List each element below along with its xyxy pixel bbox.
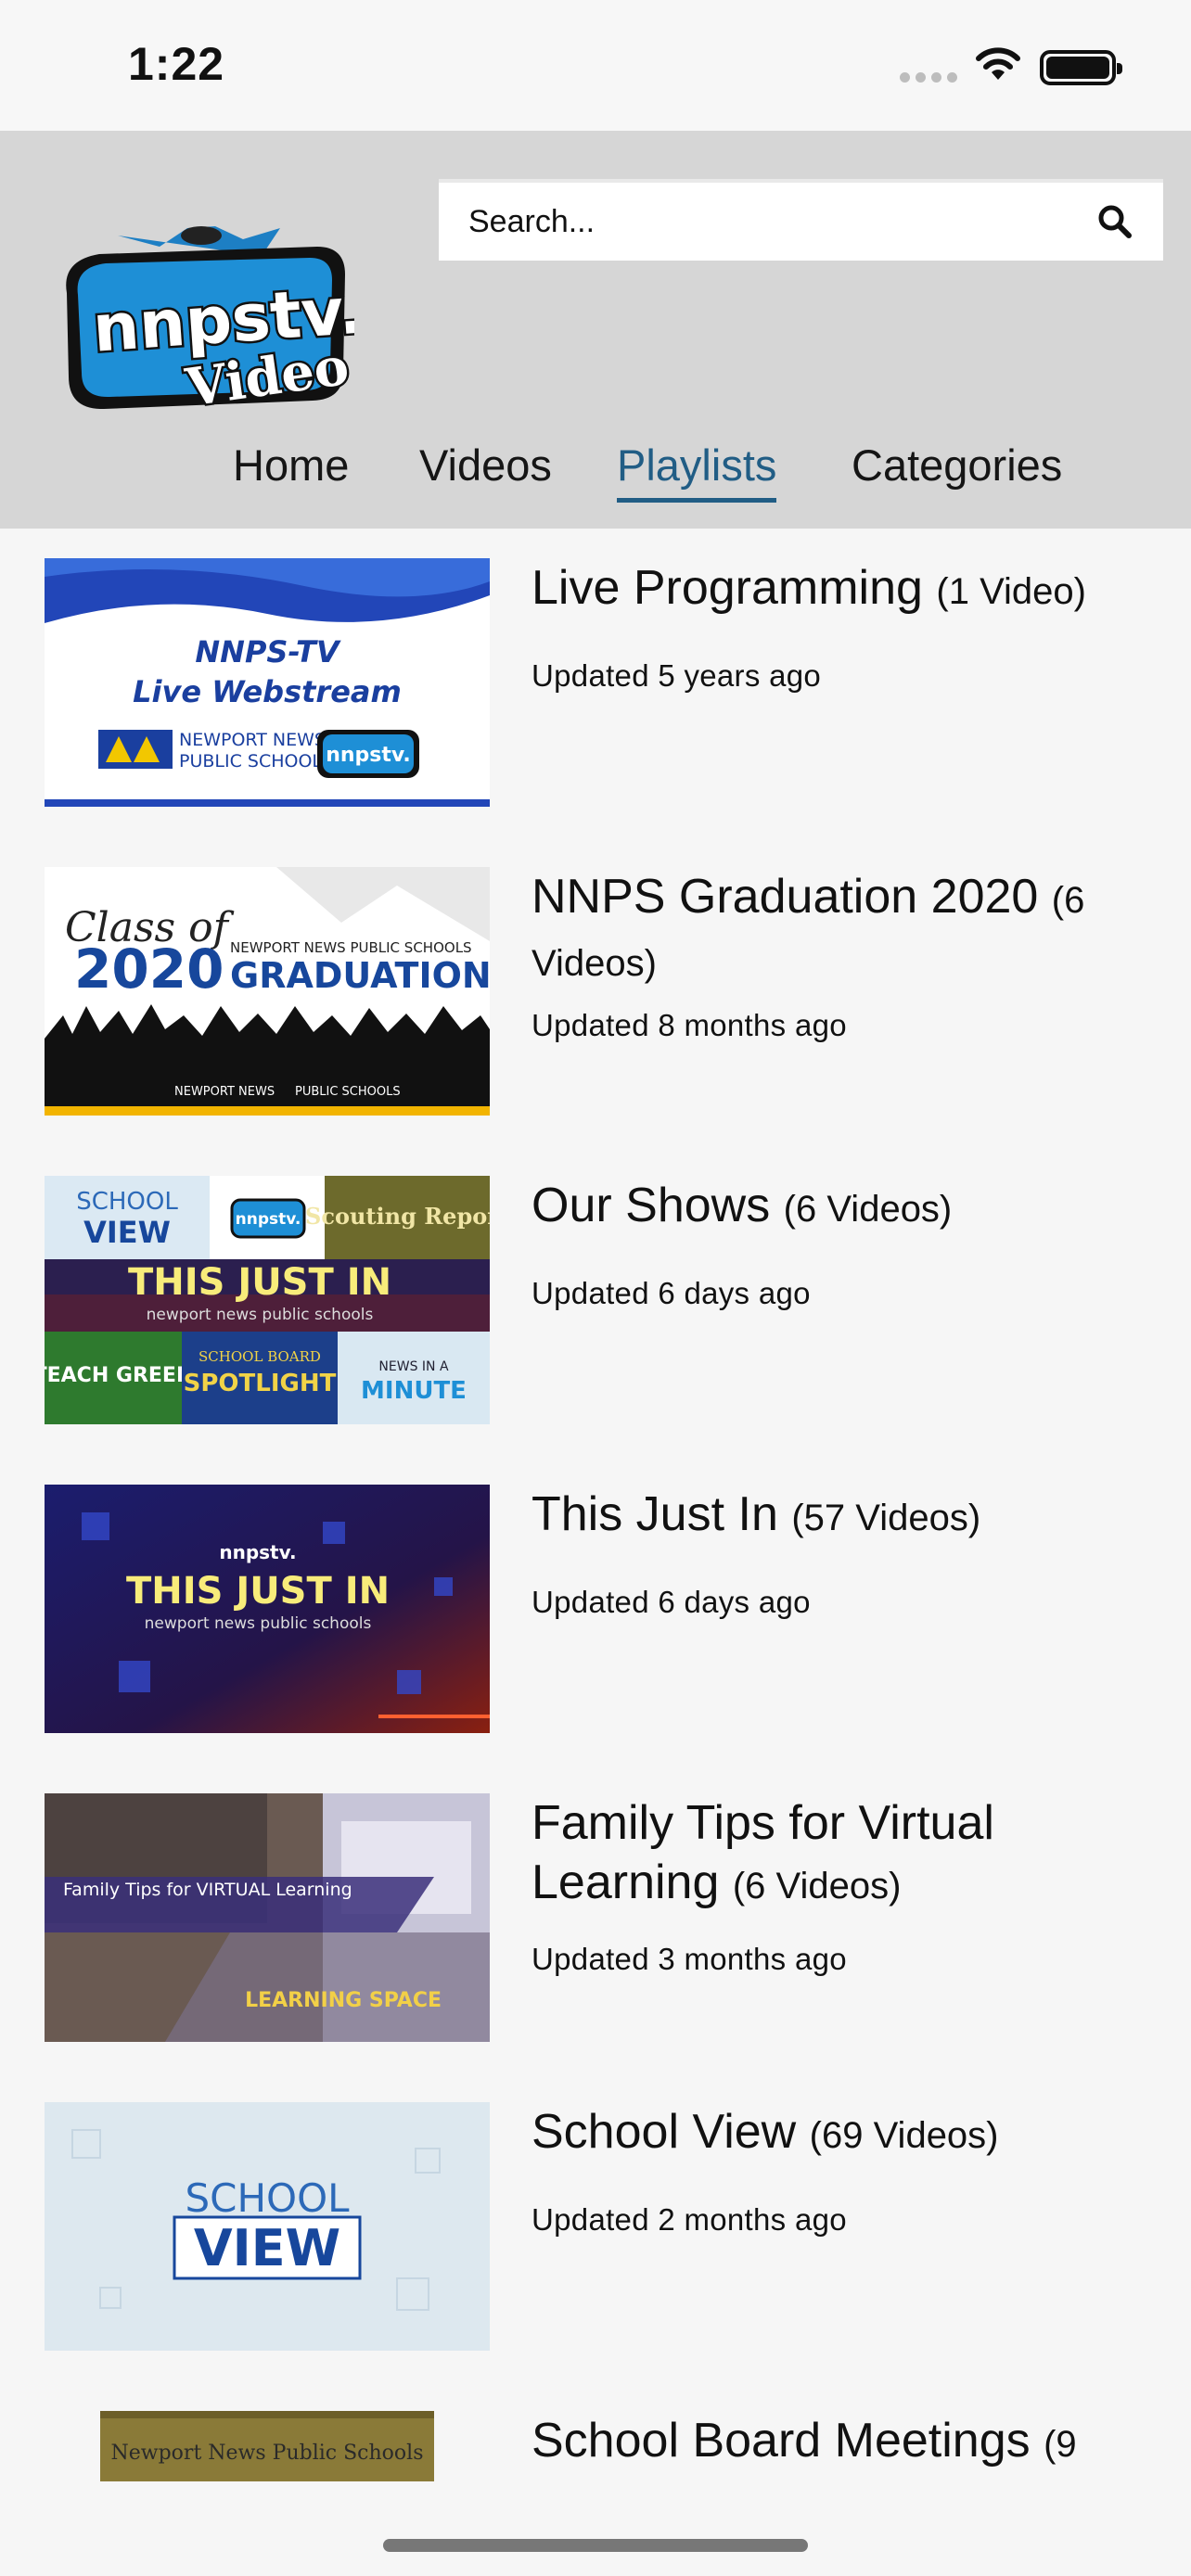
svg-text:newport news public schools: newport news public schools (145, 1614, 372, 1633)
svg-text:SCHOOL BOARD: SCHOOL BOARD (198, 1348, 321, 1365)
svg-text:LEARNING SPACE: LEARNING SPACE (245, 1989, 442, 2012)
playlist-updated: Updated 6 days ago (531, 1276, 811, 1310)
nav-videos[interactable]: Videos (419, 438, 552, 503)
playlist-item-graduation-2020[interactable]: Class of 2020 NEWPORT NEWS PUBLIC SCHOOL… (0, 837, 1191, 1116)
search-box (439, 179, 1163, 261)
playlist-thumbnail[interactable]: Newport News Public Schools (100, 2411, 434, 2481)
svg-text:PUBLIC SCHOOLS: PUBLIC SCHOOLS (295, 1085, 401, 1099)
svg-text:MINUTE: MINUTE (361, 1377, 467, 1405)
playlist-item-school-view[interactable]: SCHOOL VIEW School View (69 Videos) Upda… (0, 2072, 1191, 2351)
search-input[interactable] (468, 183, 1071, 261)
nav-playlists[interactable]: Playlists (617, 438, 777, 503)
playlist-item-family-tips[interactable]: Family Tips for VIRTUAL Learning LEARNIN… (0, 1764, 1191, 2042)
playlist-thumbnail[interactable]: SCHOOL VIEW nnpstv. Scouting Report THIS… (45, 1176, 490, 1424)
svg-text:VIEW: VIEW (194, 2219, 340, 2277)
playlist-thumbnail[interactable]: Class of 2020 NEWPORT NEWS PUBLIC SCHOOL… (45, 867, 490, 1116)
svg-text:GRADUATION: GRADUATION (230, 955, 490, 996)
svg-text:VIEW: VIEW (83, 1215, 171, 1250)
battery-icon (1040, 50, 1122, 85)
playlist-title[interactable]: Live Programming (1 Video) (531, 558, 1162, 621)
svg-text:NEWS IN A: NEWS IN A (378, 1359, 449, 1374)
playlist-item-this-just-in[interactable]: nnpstv. THIS JUST IN newport news public… (0, 1455, 1191, 1733)
playlist-updated: Updated 5 years ago (531, 658, 822, 693)
video-count: (69 Videos) (809, 2115, 999, 2156)
playlist-title[interactable]: This Just In (57 Videos) (531, 1485, 1162, 1548)
nav-categories[interactable]: Categories (852, 438, 1062, 503)
playlist-updated: Updated 6 days ago (531, 1585, 811, 1619)
bottom-safe-area (0, 2481, 1191, 2576)
main-nav: Home Videos Playlists Categories (0, 438, 1191, 503)
playlist-updated: Updated 3 months ago (531, 1942, 847, 1976)
search-icon[interactable] (1096, 203, 1133, 240)
nnpstv-logo[interactable]: nnpstv. Video (48, 182, 354, 409)
cellular-signal-icon (900, 72, 957, 83)
svg-text:SCHOOL: SCHOOL (185, 2175, 350, 2221)
svg-text:Scouting Report: Scouting Report (305, 1203, 490, 1230)
svg-text:newport news public schools: newport news public schools (147, 1306, 374, 1324)
svg-text:THIS JUST IN: THIS JUST IN (128, 1261, 391, 1304)
site-header: nnpstv. Video Home Videos Playlists Cate… (0, 131, 1191, 529)
playlist-updated: Updated 8 months ago (531, 1008, 847, 1042)
playlist-item-our-shows[interactable]: SCHOOL VIEW nnpstv. Scouting Report THIS… (0, 1146, 1191, 1424)
svg-text:Live Webstream: Live Webstream (133, 674, 402, 709)
video-count: (9 (1044, 2424, 1077, 2465)
playlist-title[interactable]: School View (69 Videos) (531, 2102, 1162, 2165)
svg-text:nnpstv.: nnpstv. (326, 744, 411, 767)
svg-text:NEWPORT NEWS: NEWPORT NEWS (179, 730, 326, 750)
playlist-title[interactable]: Family Tips for Virtual Learning (6 Vide… (531, 1793, 1162, 1916)
svg-text:2020: 2020 (74, 937, 224, 1001)
video-count: (6 Videos) (783, 1189, 953, 1230)
svg-text:Family Tips for VIRTUAL Learni: Family Tips for VIRTUAL Learning (63, 1880, 352, 1900)
svg-text:SCHOOL: SCHOOL (76, 1188, 178, 1216)
video-count: (6 Videos) (732, 1866, 902, 1906)
playlist-title[interactable]: School Board Meetings (9 (531, 2411, 1162, 2474)
playlist-thumbnail[interactable]: SCHOOL VIEW (45, 2102, 490, 2351)
video-count: (1 Video) (936, 571, 1086, 612)
svg-text:TEACH GREEN: TEACH GREEN (45, 1364, 193, 1387)
status-time: 1:22 (128, 38, 225, 90)
svg-text:PUBLIC SCHOOLS: PUBLIC SCHOOLS (179, 751, 333, 772)
svg-text:nnpstv.: nnpstv. (219, 1541, 296, 1563)
playlist-thumbnail[interactable]: Family Tips for VIRTUAL Learning LEARNIN… (45, 1793, 490, 2042)
video-count: (57 Videos) (791, 1498, 981, 1538)
nav-home[interactable]: Home (233, 438, 349, 503)
playlist-thumbnail[interactable]: NNPS-TV Live Webstream NEWPORT NEWS PUBL… (45, 558, 490, 807)
playlist-updated: Updated 2 months ago (531, 2202, 847, 2237)
svg-text:NEWPORT NEWS PUBLIC SCHOOLS: NEWPORT NEWS PUBLIC SCHOOLS (230, 939, 472, 956)
svg-text:NNPS-TV: NNPS-TV (195, 634, 340, 670)
playlist-thumbnail[interactable]: nnpstv. THIS JUST IN newport news public… (45, 1485, 490, 1733)
playlist-title[interactable]: NNPS Graduation 2020 (6 Videos) (531, 867, 1162, 993)
svg-text:nnpstv.: nnpstv. (236, 1210, 301, 1229)
svg-text:Newport News Public Schools: Newport News Public Schools (111, 2442, 424, 2465)
svg-text:THIS JUST IN: THIS JUST IN (126, 1570, 390, 1613)
svg-text:SPOTLIGHT: SPOTLIGHT (184, 1370, 337, 1397)
home-indicator[interactable] (383, 2539, 808, 2552)
status-bar: 1:22 (0, 0, 1191, 131)
svg-text:NEWPORT NEWS: NEWPORT NEWS (174, 1085, 275, 1099)
playlist-item-live-programming[interactable]: NNPS-TV Live Webstream NEWPORT NEWS PUBL… (0, 529, 1191, 807)
playlist-title[interactable]: Our Shows (6 Videos) (531, 1176, 1162, 1239)
wifi-icon (976, 47, 1020, 80)
